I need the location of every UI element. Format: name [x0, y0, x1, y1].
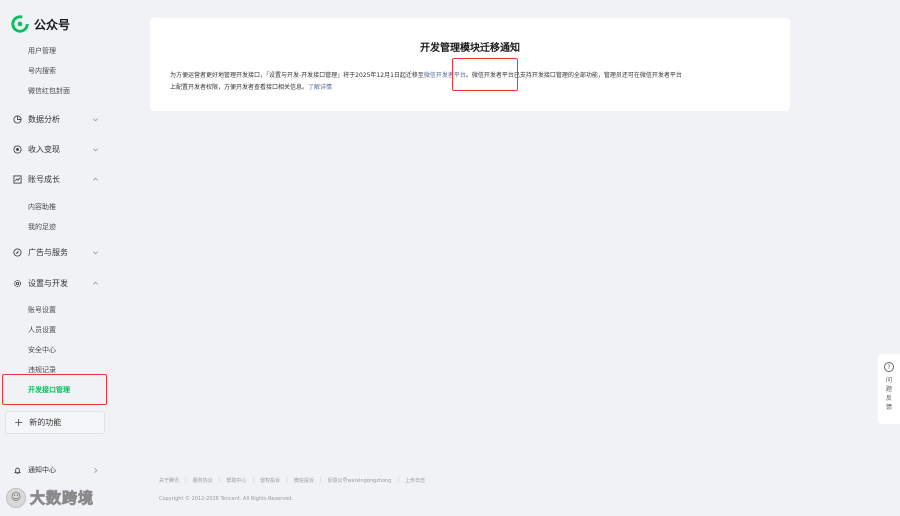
learn-more-link[interactable]: 了解详情 — [308, 84, 332, 91]
wechat-dev-platform-link[interactable]: 微信开发者平台 — [424, 72, 466, 79]
sidebar-category-ads-services[interactable]: 广告与服务 — [13, 247, 99, 258]
sidebar-category-account-growth[interactable]: 账号成长 — [13, 174, 99, 185]
sidebar-category-label: 数据分析 — [28, 115, 60, 124]
new-function-label: 新的功能 — [29, 418, 62, 427]
sidebar: 公众号 用户管理 号内搜索 微信红包封面 数据分析 收入变现 账号成长 内容助推… — [0, 0, 112, 516]
footer-link-feedback-account[interactable]: 反馈公号weixingongzhong — [328, 477, 392, 484]
gongzhonghao-logo-icon — [11, 15, 29, 33]
sidebar-category-label: 账号成长 — [28, 175, 60, 184]
sidebar-item-account-settings[interactable]: 账号设置 — [28, 305, 56, 315]
notice-text: 为方便运营者更好地管理开发接口，「设置与开发-开发接口管理」将于2025年12月… — [170, 72, 424, 79]
coin-icon — [13, 145, 22, 154]
sidebar-category-label: 设置与开发 — [28, 279, 68, 288]
sidebar-category-label: 广告与服务 — [28, 248, 68, 257]
notice-line-1: 为方便运营者更好地管理开发接口，「设置与开发-开发接口管理」将于2025年12月… — [170, 70, 682, 79]
sidebar-item-in-account-search[interactable]: 号内搜索 — [28, 66, 56, 76]
footer-link-complaint[interactable]: 微信投诉 — [294, 477, 314, 484]
chevron-right-icon — [94, 467, 98, 473]
sidebar-item-my-footprint[interactable]: 我的足迹 — [28, 222, 56, 232]
footer-link-terms[interactable]: 服务协议 — [193, 477, 213, 484]
footer-separator: | — [252, 477, 255, 483]
watermark: ☺ 大数跨境 — [6, 487, 94, 508]
footer-link-infringement[interactable]: 侵权投诉 — [260, 477, 280, 484]
chevron-down-icon — [92, 146, 99, 153]
footer-link-help[interactable]: 帮助中心 — [226, 477, 246, 484]
sidebar-item-dev-interface-management[interactable]: 开发接口管理 — [28, 385, 70, 395]
copyright: Copyright © 2012-2026 Tencent. All Right… — [159, 496, 294, 502]
sidebar-item-violation-records[interactable]: 违规记录 — [28, 365, 56, 375]
sidebar-category-data-analysis[interactable]: 数据分析 — [13, 114, 99, 125]
sidebar-category-settings-dev[interactable]: 设置与开发 — [13, 278, 99, 289]
chevron-down-icon — [92, 116, 99, 123]
trend-icon — [13, 175, 22, 184]
compass-icon — [13, 248, 22, 257]
footer-links: 关于腾讯 | 服务协议 | 帮助中心 | 侵权投诉 | 微信投诉 | 反馈公号weixin… — [159, 477, 425, 484]
notification-center-label: 通知中心 — [28, 466, 56, 474]
notice-text: 上配置开发者权限，方便开发者查看接口相关信息。 — [170, 84, 309, 91]
chevron-up-icon — [92, 280, 99, 287]
watermark-text: 大数跨境 — [30, 489, 95, 508]
notification-center[interactable]: 通知中心 — [13, 465, 99, 475]
logo-text: 公众号 — [34, 17, 71, 32]
sidebar-item-staff-settings[interactable]: 人员设置 — [28, 325, 56, 335]
notice-text: 。微信开发者平台已支持开发接口管理的全部功能，管理员还可在微信开发者平台 — [465, 72, 682, 79]
notice-line-2: 上配置开发者权限，方便开发者查看接口相关信息。了解详情 — [170, 82, 332, 91]
sidebar-item-red-packet-cover[interactable]: 微信红包封面 — [28, 86, 70, 96]
sidebar-item-security-center[interactable]: 安全中心 — [28, 345, 56, 355]
feedback-button[interactable]: ? 问题反馈 — [878, 354, 900, 424]
feedback-label: 问题反馈 — [885, 377, 892, 411]
footer-separator: | — [286, 477, 288, 483]
sidebar-category-revenue[interactable]: 收入变现 — [13, 144, 99, 155]
sidebar-item-user-management[interactable]: 用户管理 — [28, 46, 56, 56]
plus-icon: + — [14, 416, 24, 429]
sidebar-category-label: 收入变现 — [28, 145, 60, 154]
footer-separator: | — [218, 477, 221, 483]
watermark-avatar-icon: ☺ — [6, 487, 26, 508]
footer-separator: | — [319, 477, 322, 483]
logo[interactable]: 公众号 — [11, 15, 70, 33]
notice-card: 开发管理模块迁移通知 为方便运营者更好地管理开发接口，「设置与开发-开发接口管理… — [150, 18, 790, 111]
chevron-down-icon — [92, 249, 99, 256]
footer-separator: | — [397, 477, 400, 483]
footer-link-about[interactable]: 关于腾讯 — [159, 477, 179, 484]
sidebar-item-content-boost[interactable]: 内容助推 — [28, 202, 56, 212]
chart-pie-icon — [13, 115, 22, 124]
chevron-up-icon — [92, 176, 99, 183]
footer-link-upload-log[interactable]: 上传日志 — [405, 477, 425, 484]
gear-icon — [13, 279, 22, 288]
question-icon: ? — [884, 362, 894, 372]
footer-separator: | — [185, 477, 187, 483]
bell-icon — [14, 467, 21, 474]
notice-title: 开发管理模块迁移通知 — [420, 43, 520, 54]
new-function-button[interactable]: + 新的功能 — [5, 411, 105, 434]
